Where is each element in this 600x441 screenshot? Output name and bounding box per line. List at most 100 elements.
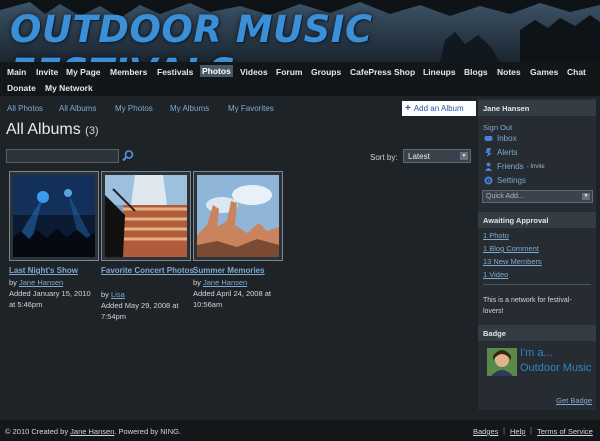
footer-badges: Badges xyxy=(473,427,498,436)
page-title: All Albums (3) xyxy=(6,121,99,139)
gear-icon xyxy=(484,176,493,185)
invite-friends-link[interactable]: - Invite xyxy=(527,164,545,170)
alerts-link[interactable]: Alerts xyxy=(484,148,517,157)
awaiting-blog-comment-link[interactable]: 1 Blog Comment xyxy=(483,244,539,253)
album-author-link[interactable]: Lisa xyxy=(111,290,125,299)
footer-credits: © 2010 Created by Jane Hansen. Powered b… xyxy=(5,427,181,436)
add-album-button[interactable]: + Add an Album xyxy=(402,101,476,116)
footer: © 2010 Created by Jane Hansen. Powered b… xyxy=(0,420,600,441)
quick-add-select[interactable]: Quick Add... ▼ xyxy=(482,190,593,203)
sidebar-divider xyxy=(483,284,591,285)
album-thumbnail[interactable] xyxy=(101,171,191,261)
album-added-time: at 5:46pm xyxy=(9,300,43,309)
album-name[interactable]: Summer Memories xyxy=(193,264,288,277)
ning-logo[interactable]: NING. xyxy=(160,427,181,436)
by-label: by xyxy=(101,290,109,299)
nav-item-festivals[interactable]: Festivals xyxy=(157,67,193,77)
album-added-date: Added May 29, 2008 at xyxy=(101,301,179,310)
inbox-label: Inbox xyxy=(497,134,517,143)
nav-item-photos[interactable]: Photos xyxy=(200,65,233,77)
summer-hands-image xyxy=(197,175,279,257)
album-count: (3) xyxy=(85,125,99,137)
nav-item-main[interactable]: Main xyxy=(7,67,26,77)
avatar xyxy=(487,348,517,376)
by-label: by xyxy=(9,278,17,287)
awaiting-photo-link[interactable]: 1 Photo xyxy=(483,231,509,240)
nav-item-videos[interactable]: Videos xyxy=(240,67,268,77)
site-title[interactable]: OUTDOOR MUSIC FESTIVALS xyxy=(10,8,600,62)
footer-terms-link[interactable]: Terms of Service xyxy=(537,427,593,436)
page-title-text: All Albums xyxy=(6,121,81,138)
sort-select[interactable]: Latest ▼ xyxy=(403,149,471,163)
awaiting-video-link[interactable]: 1 Video xyxy=(483,270,508,279)
chevron-down-icon: ▼ xyxy=(582,193,590,200)
sign-out-link[interactable]: Sign Out xyxy=(483,123,512,132)
subnav-my-photos[interactable]: My Photos xyxy=(115,104,153,113)
awaiting-approval-heading: Awaiting Approval xyxy=(478,212,596,228)
site-banner: OUTDOOR MUSIC FESTIVALS xyxy=(0,0,600,62)
badge-card[interactable]: I'm a... Outdoor Music xyxy=(487,346,593,382)
plus-icon: + xyxy=(405,103,411,114)
album-byline: by Jane Hansen xyxy=(9,277,104,288)
badge-text: I'm a... Outdoor Music xyxy=(520,347,592,374)
quick-add-value: Quick Add... xyxy=(486,193,524,200)
search-icon[interactable] xyxy=(121,149,135,163)
nav-item-donate[interactable]: Donate xyxy=(7,83,36,93)
subnav-all-photos[interactable]: All Photos xyxy=(7,104,43,113)
chevron-down-icon: ▼ xyxy=(460,152,468,160)
get-badge-link[interactable]: Get Badge xyxy=(556,396,592,405)
footer-help-link[interactable]: Help xyxy=(510,427,525,436)
nav-item-blogs[interactable]: Blogs xyxy=(464,67,488,77)
album-byline: by Jane Hansen xyxy=(193,277,288,288)
nav-item-forum[interactable]: Forum xyxy=(276,67,302,77)
subnav-my-favorites[interactable]: My Favorites xyxy=(228,104,274,113)
friends-icon xyxy=(485,162,492,171)
search-input[interactable] xyxy=(6,149,119,163)
footer-help: Help xyxy=(510,427,525,436)
sidebar-user-name: Jane Hansen xyxy=(478,100,596,116)
concert-stage-image xyxy=(13,175,95,257)
network-description: This is a network for festival-lovers! xyxy=(483,297,572,315)
nav-item-invite[interactable]: Invite xyxy=(36,67,58,77)
album-byline: by Lisa xyxy=(101,289,196,300)
badge-heading: Badge xyxy=(478,325,596,341)
album-name[interactable]: Favorite Concert Photos xyxy=(101,264,196,277)
friends-link[interactable]: Friends - Invite xyxy=(484,162,545,171)
footer-badges-link[interactable]: Badges xyxy=(473,427,498,436)
alert-icon xyxy=(485,148,492,157)
sort-selected-value: Latest xyxy=(408,151,430,161)
alerts-label: Alerts xyxy=(497,148,518,157)
album-author-link[interactable]: Jane Hansen xyxy=(203,278,247,287)
settings-label: Settings xyxy=(497,176,526,185)
nav-item-lineups[interactable]: Lineups xyxy=(423,67,456,77)
powered-by-text: . Powered by xyxy=(114,427,159,436)
album-name[interactable]: Last Night's Show xyxy=(9,264,104,277)
album-author-link[interactable]: Jane Hansen xyxy=(19,278,63,287)
subnav-my-albums[interactable]: My Albums xyxy=(170,104,209,113)
footer-separator: | xyxy=(503,426,506,435)
nav-item-games[interactable]: Games xyxy=(530,67,558,77)
album-thumbnail[interactable] xyxy=(193,171,283,261)
nav-item-notes[interactable]: Notes xyxy=(497,67,521,77)
inbox-icon xyxy=(484,136,493,141)
subnav-all-albums[interactable]: All Albums xyxy=(59,104,96,113)
album-added-date: Added January 15, 2010 xyxy=(9,289,91,298)
album-thumbnail[interactable] xyxy=(9,171,99,261)
inbox-link[interactable]: Inbox xyxy=(484,134,517,143)
album-added-time: 7:54pm xyxy=(101,312,127,321)
nav-item-my-network[interactable]: My Network xyxy=(45,83,93,93)
nav-item-members[interactable]: Members xyxy=(110,67,147,77)
sort-label: Sort by: xyxy=(370,153,398,162)
concert-crowd-image xyxy=(105,175,187,257)
awaiting-members-link[interactable]: 13 New Members xyxy=(483,257,542,266)
settings-link[interactable]: Settings xyxy=(484,176,526,185)
nav-item-cafepress-shop[interactable]: CafePress Shop xyxy=(350,67,415,77)
friends-label: Friends xyxy=(497,162,524,171)
copyright-text: © 2010 Created by xyxy=(5,427,69,436)
main-nav: Main Invite My Page Members Festivals Ph… xyxy=(0,62,600,96)
nav-item-groups[interactable]: Groups xyxy=(311,67,341,77)
nav-item-chat[interactable]: Chat xyxy=(567,67,586,77)
footer-terms: Terms of Service xyxy=(537,427,593,436)
creator-link[interactable]: Jane Hansen xyxy=(70,427,114,436)
nav-item-my-page[interactable]: My Page xyxy=(66,67,101,77)
